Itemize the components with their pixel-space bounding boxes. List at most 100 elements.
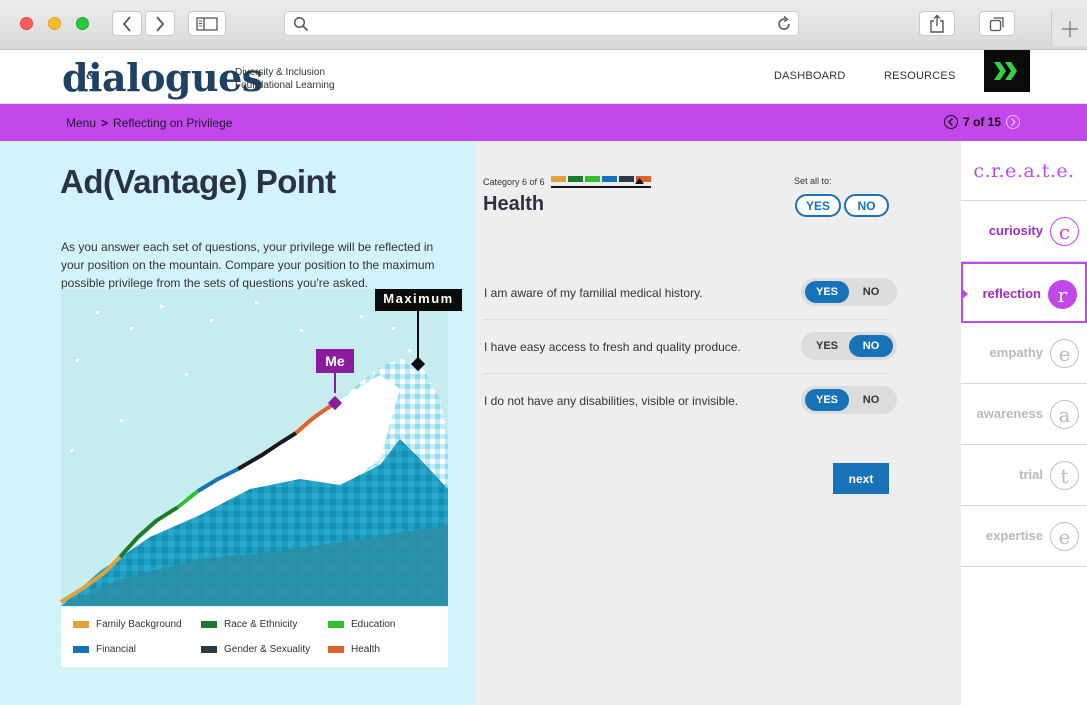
site-header: & dialogues Diversity & Inclusion Founda… xyxy=(0,50,1087,104)
sidebar-step-expertise[interactable]: expertise e xyxy=(961,506,1087,567)
address-bar[interactable] xyxy=(284,11,799,36)
breadcrumb-menu-link[interactable]: Menu xyxy=(66,116,96,130)
yes-no-toggle[interactable]: YES NO xyxy=(801,332,897,360)
zoom-window-button[interactable] xyxy=(76,17,89,30)
chevron-right-icon xyxy=(1011,118,1017,126)
legend-swatch xyxy=(328,646,344,653)
sidebar-step-awareness[interactable]: awareness a xyxy=(961,384,1087,445)
mountain-panel: Ad(Vantage) Point As you answer each set… xyxy=(0,141,475,705)
chevron-left-icon xyxy=(948,118,953,126)
yes-option[interactable]: YES xyxy=(805,281,849,303)
max-marker-text: Maximum xyxy=(383,291,454,306)
close-window-button[interactable] xyxy=(20,17,33,30)
legend-swatch xyxy=(201,621,217,628)
intro-text: As you answer each set of questions, you… xyxy=(61,240,435,290)
current-category-caret-icon xyxy=(634,178,644,184)
yes-no-toggle[interactable]: YES NO xyxy=(801,278,897,306)
legend-label: Race & Ethnicity xyxy=(224,619,298,630)
legend-swatch xyxy=(328,621,344,628)
yes-option[interactable]: YES xyxy=(805,389,849,411)
page-indicator: 7 of 15 xyxy=(963,115,1002,129)
legend-label: Financial xyxy=(96,644,137,655)
tagline-line-2: Foundational Learning xyxy=(235,80,335,91)
question-text: I do not have any disabilities, visible … xyxy=(484,394,739,408)
step-label: curiosity xyxy=(988,223,1043,238)
step-label: empathy xyxy=(989,345,1043,360)
questions-panel: Category 6 of 6 Health Set all to: YES N… xyxy=(475,141,961,705)
step-label: awareness xyxy=(976,406,1044,421)
share-button[interactable] xyxy=(919,11,955,36)
privilege-mountain-illustration xyxy=(59,289,462,606)
question-row: I am aware of my familial medical histor… xyxy=(483,266,897,320)
legend-item: Financial xyxy=(73,644,136,655)
sidebar-step-reflection[interactable]: reflection r xyxy=(961,262,1087,323)
question-text: I have easy access to fresh and quality … xyxy=(484,340,741,354)
tabs-overview-button[interactable] xyxy=(979,11,1015,36)
previous-page-button[interactable] xyxy=(944,115,958,129)
back-button[interactable] xyxy=(112,11,142,36)
legend-label: Gender & Sexuality xyxy=(224,644,311,655)
category-progress: Category 6 of 6 xyxy=(483,176,651,188)
legend-item: Education xyxy=(328,619,395,630)
legend-swatch xyxy=(73,621,89,628)
page-pager: 7 of 15 xyxy=(944,115,1021,129)
legend-item: Health xyxy=(328,644,380,655)
sidebar-step-empathy[interactable]: empathy e xyxy=(961,323,1087,384)
ampersand-mark: & xyxy=(86,69,96,82)
legend-item: Gender & Sexuality xyxy=(201,644,310,655)
reload-icon[interactable] xyxy=(775,15,793,33)
sidebar-icon xyxy=(196,16,218,31)
nav-resources-link[interactable]: RESOURCES xyxy=(884,70,955,82)
brand-mark-icon[interactable] xyxy=(984,50,1030,92)
set-all-no-button[interactable]: NO xyxy=(844,194,889,217)
breadcrumb-bar: Menu > Reflecting on Privilege 7 of 15 xyxy=(0,104,1087,141)
category-progress-bar xyxy=(550,176,651,188)
next-page-button[interactable] xyxy=(1006,115,1021,129)
sidebar-step-curiosity[interactable]: curiosity c xyxy=(961,201,1087,262)
category-label: Category 6 of 6 xyxy=(483,177,545,187)
step-label: reflection xyxy=(982,286,1041,301)
search-icon xyxy=(293,16,309,32)
browser-toolbar xyxy=(0,0,1087,50)
chevron-right-icon xyxy=(156,15,165,32)
legend-label: Education xyxy=(351,619,396,630)
step-letter-e-icon: e xyxy=(1050,339,1079,368)
yes-option[interactable]: YES xyxy=(805,335,849,357)
legend-swatch xyxy=(201,646,217,653)
new-tab-button[interactable] xyxy=(1051,11,1087,46)
site-tagline: Diversity & Inclusion Foundational Learn… xyxy=(235,66,335,92)
step-letter-r-icon: r xyxy=(1048,280,1077,309)
set-all-yes-button[interactable]: YES xyxy=(795,194,841,217)
breadcrumb-current: Reflecting on Privilege xyxy=(113,116,233,130)
question-text: I am aware of my familial medical histor… xyxy=(484,286,703,300)
page-title: Ad(Vantage) Point xyxy=(60,163,336,200)
next-button[interactable]: next xyxy=(833,463,889,494)
create-sidebar: c.r.e.a.t.e. curiosity c reflection r em… xyxy=(961,141,1087,705)
plus-icon xyxy=(1061,20,1078,37)
step-label: expertise xyxy=(985,528,1043,543)
step-letter-a-icon: a xyxy=(1050,400,1079,429)
yes-no-toggle[interactable]: YES NO xyxy=(801,386,897,414)
legend-item: Family Background xyxy=(73,619,182,630)
step-letter-e-icon: e xyxy=(1050,522,1079,551)
share-icon xyxy=(930,14,944,33)
legend-swatch xyxy=(73,646,89,653)
forward-button[interactable] xyxy=(145,11,175,36)
sidebar-step-trial[interactable]: trial t xyxy=(961,445,1087,506)
set-all-label: Set all to: xyxy=(794,176,832,186)
site-logo[interactable]: & dialogues xyxy=(62,56,263,100)
no-option[interactable]: NO xyxy=(849,335,893,357)
no-option[interactable]: NO xyxy=(849,389,893,411)
legend-label: Family Background xyxy=(96,619,182,630)
legend-label: Health xyxy=(351,644,380,655)
breadcrumb: Menu > Reflecting on Privilege xyxy=(66,116,232,130)
step-letter-c-icon: c xyxy=(1050,217,1079,246)
minimize-window-button[interactable] xyxy=(48,17,61,30)
nav-dashboard-link[interactable]: DASHBOARD xyxy=(774,70,845,82)
question-row: I do not have any disabilities, visible … xyxy=(483,374,897,428)
no-option[interactable]: NO xyxy=(849,281,893,303)
category-heading: Health xyxy=(483,193,545,215)
chevron-left-icon xyxy=(122,15,131,32)
tagline-line-1: Diversity & Inclusion xyxy=(235,67,326,78)
sidebar-toggle-button[interactable] xyxy=(188,11,226,36)
